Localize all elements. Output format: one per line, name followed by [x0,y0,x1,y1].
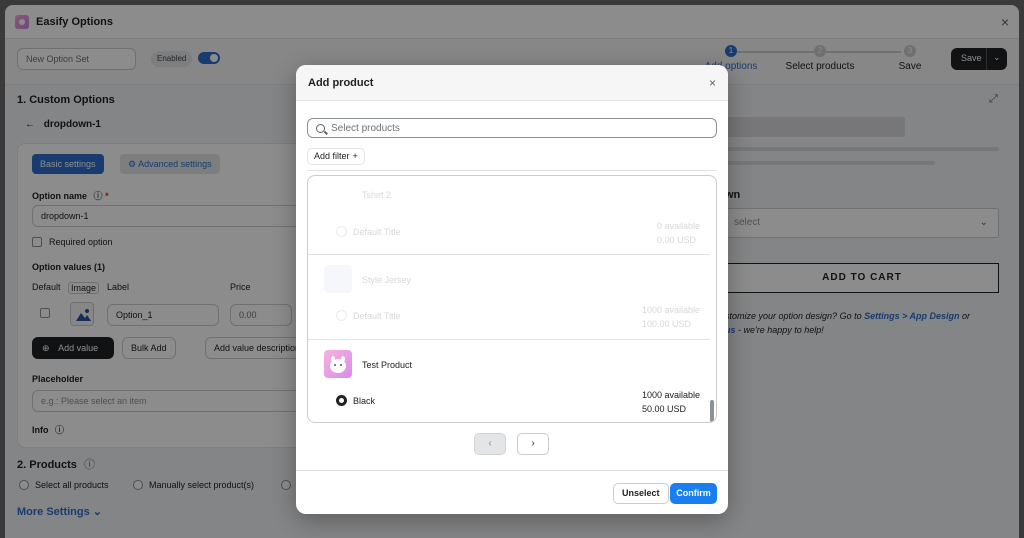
variant-radio[interactable] [336,310,347,321]
product-list: Tshirt 2 Default Title 0 available 0.00 … [307,175,717,423]
variant-price: 0.00 USD [656,235,696,245]
variant-availability: 1000 available [641,390,700,400]
product-item: Style Jersey Default Title 1000 availabl… [308,255,710,339]
add-filter-button[interactable]: Add filter + [307,148,365,165]
variant-name: Default Title [353,311,401,321]
product-thumbnail [324,265,352,293]
product-name: Tshirt 2 [362,190,392,200]
confirm-button[interactable]: Confirm [670,483,717,504]
product-name: Test Product [362,360,413,370]
variant-price: 100.00 USD [641,319,691,329]
product-search-input[interactable] [331,122,691,134]
variant-availability: 0 available [656,221,700,231]
plus-icon: + [352,151,358,161]
variant-price: 50.00 USD [641,404,686,414]
variant-stock-price: 0 available 0.00 USD [657,219,700,247]
close-icon[interactable]: × [709,76,716,90]
pagination-prev-button[interactable]: ‹ [474,433,506,455]
product-item[interactable]: Test Product Black 1000 available 50.00 … [308,340,710,422]
modal-footer: Unselect Confirm [296,470,728,514]
add-filter-label: Add filter [314,151,350,161]
scrollbar-thumb[interactable] [710,400,714,422]
unselect-button[interactable]: Unselect [613,483,669,504]
variant-name: Default Title [353,227,401,237]
add-product-modal: Add product × Add filter+ Tshirt 2 Defau… [296,65,728,514]
variant-name: Black [353,396,376,406]
search-icon [316,123,325,133]
product-search-box[interactable] [307,118,717,138]
product-item: Tshirt 2 Default Title 0 available 0.00 … [308,176,710,254]
product-thumbnail [324,350,352,378]
variant-radio[interactable] [336,226,347,237]
product-name: Style Jersey [362,275,412,285]
modal-title: Add product [308,76,374,89]
variant-stock-price: 1000 available 50.00 USD [642,388,700,416]
modal-header: Add product × [296,65,728,101]
pagination-next-button[interactable]: › [517,433,549,455]
filter-divider [307,170,717,171]
product-mascot-icon [330,356,346,373]
variant-stock-price: 1000 available 100.00 USD [642,303,700,331]
variant-availability: 1000 available [641,305,700,315]
variant-radio-selected[interactable] [336,395,347,406]
product-list-scrollbar[interactable] [710,178,714,422]
